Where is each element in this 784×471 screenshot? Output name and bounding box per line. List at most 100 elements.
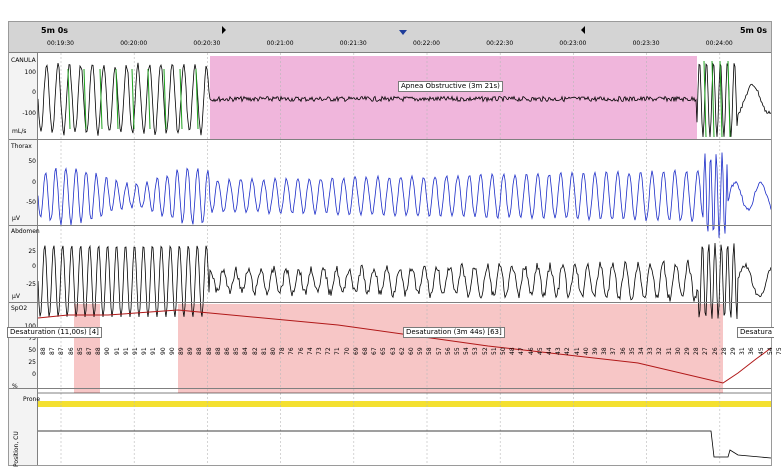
spo2-value-label: 85 xyxy=(76,347,84,355)
abdomen-separator xyxy=(9,302,771,303)
spo2-value-label: 91 xyxy=(141,347,149,355)
thorax-label: Thorax xyxy=(11,143,32,150)
spo2-value-label: 56 xyxy=(444,347,452,355)
spo2-value-label: 91 xyxy=(132,347,139,355)
spo2-value-label: 35 xyxy=(628,347,636,355)
spo2-value-label: 86 xyxy=(224,347,231,355)
canula-scale-top: 100 xyxy=(24,69,36,76)
apnea-event-label[interactable]: Apnea Obstructive (3m 21s) xyxy=(398,81,503,92)
spo2-value-label: 48 xyxy=(509,347,517,355)
spo2-value-label: 78 xyxy=(279,347,287,355)
thorax-scale-zero: 0 xyxy=(32,179,36,186)
spo2-value-label: 87 xyxy=(58,347,66,355)
spo2-value-label: 44 xyxy=(546,347,553,355)
spo2-value-label: 65 xyxy=(380,347,388,355)
spo2-value-label: 51 xyxy=(490,347,498,355)
left-window-length: 5m 0s xyxy=(41,26,69,35)
spo2-label: SpO2 xyxy=(11,305,28,312)
spo2-value-label: 26 xyxy=(711,347,719,355)
spo2-value-label: 30 xyxy=(674,347,682,355)
spo2-value-label: 89 xyxy=(187,347,195,355)
spo2-value-label: 68 xyxy=(362,347,369,355)
spo2-value-label: 76 xyxy=(297,347,305,355)
desaturation-event-label-1[interactable]: Desaturation (11,00s) [4] xyxy=(7,327,102,338)
spo2-value-label: 72 xyxy=(325,347,333,355)
spo2-value-label: 87 xyxy=(86,347,93,355)
desaturation-event-label-3[interactable]: Desatura xyxy=(737,327,774,338)
spo2-value-label: 62 xyxy=(398,347,406,355)
abdomen-scale-zero: 0 xyxy=(32,263,36,270)
spo2-value-label: 33 xyxy=(647,347,655,355)
time-tick-label: 00:21:00 xyxy=(266,40,294,47)
thorax-scale-bottom: -50 xyxy=(26,199,36,206)
position-label: Position, CU xyxy=(13,431,20,467)
spo2-value-label: 88 xyxy=(214,347,222,355)
time-tick-label: 00:23:30 xyxy=(632,40,660,47)
spo2-value-label: 60 xyxy=(408,347,415,355)
spo2-value-label: 45 xyxy=(536,347,544,355)
spo2-value-label: 37 xyxy=(610,347,618,355)
spo2-value-label: 82 xyxy=(251,347,259,355)
time-tick-label: 00:22:30 xyxy=(486,40,514,47)
prev-epoch-marker[interactable] xyxy=(222,26,226,34)
spo2-value-label: 63 xyxy=(389,347,397,355)
time-tick-label: 00:21:30 xyxy=(339,40,367,47)
channel-labels-column: CANULA 100 0 -100 mL/s Thorax 50 0 -50 µ… xyxy=(9,53,40,467)
spo2-value-label: 39 xyxy=(592,347,599,355)
spo2-value-label: 28 xyxy=(720,347,728,355)
spo2-value-label: 52 xyxy=(481,347,489,355)
spo2-value-label: 58 xyxy=(426,347,434,355)
time-ruler[interactable]: 5m 0s 5m 0s 00:19:30 00:20:00 00:20:30 00:2… xyxy=(9,22,771,53)
thorax-separator xyxy=(9,225,771,226)
spo2-value-label: 90 xyxy=(159,347,167,355)
spo2-value-label: 74 xyxy=(306,347,314,355)
spo2-value-label: 75 xyxy=(776,347,783,355)
polysomnography-window: 5m 0s 5m 0s 00:19:30 00:20:00 00:20:30 00:2… xyxy=(7,21,783,467)
spo2-value-label: 81 xyxy=(260,347,268,355)
time-tick-label: 00:20:00 xyxy=(120,40,148,47)
spo2-value-label: 88 xyxy=(40,347,47,355)
canula-unit: mL/s xyxy=(12,128,27,135)
desaturation-event-label-2[interactable]: Desaturation (3m 44s) [63] xyxy=(403,327,505,338)
spo2-value-label: 47 xyxy=(518,347,526,355)
spo2-value-label: 88 xyxy=(205,347,213,355)
spo2-value-label: 88 xyxy=(95,347,103,355)
spo2-value-label: 43 xyxy=(555,347,563,355)
spo2-value-label: 76 xyxy=(288,347,296,355)
position-trace xyxy=(38,430,771,459)
spo2-value-label: 67 xyxy=(371,347,379,355)
abdomen-unit: µV xyxy=(12,293,20,300)
spo2-value-label: 41 xyxy=(573,347,581,355)
spo2-value-label: 86 xyxy=(67,347,75,355)
spo2-value-label: 32 xyxy=(656,347,664,355)
prone-band xyxy=(38,401,771,407)
spo2-value-label: 46 xyxy=(527,347,535,355)
time-tick-label: 00:24:00 xyxy=(705,40,733,47)
canula-separator xyxy=(9,139,771,140)
current-position-marker[interactable] xyxy=(399,30,407,35)
spo2-value-label: 57 xyxy=(435,347,443,355)
next-epoch-marker[interactable] xyxy=(581,26,585,34)
signal-plot-area[interactable]: Apnea Obstructive (3m 21s) Desaturation … xyxy=(7,53,783,465)
spo2-value-label: 38 xyxy=(601,347,609,355)
spo2-separator xyxy=(9,388,771,389)
spo2-value-label: 73 xyxy=(316,347,323,355)
spo2-value-label: 42 xyxy=(564,347,572,355)
spo2-value-label: 45 xyxy=(757,347,765,355)
spo2-scale-50: 50 xyxy=(28,347,36,354)
spo2-scale-0: 0 xyxy=(32,371,36,378)
spo2-value-label: 71 xyxy=(334,347,342,355)
spo2-value-label: 90 xyxy=(168,347,176,355)
spo2-value-label: 29 xyxy=(684,347,691,355)
spo2-value-label: 91 xyxy=(122,347,130,355)
canula-scale-bottom: -100 xyxy=(22,110,36,117)
spo2-value-label: 54 xyxy=(766,347,774,355)
spo2-value-label: 31 xyxy=(739,347,747,355)
spo2-value-label: 89 xyxy=(178,347,185,355)
spo2-value-label: 28 xyxy=(693,347,701,355)
thorax-scale-top: 50 xyxy=(28,158,36,165)
time-tick-label: 00:19:30 xyxy=(47,40,74,47)
spo2-value-label: 36 xyxy=(619,347,627,355)
signal-traces xyxy=(38,53,771,465)
spo2-value-label: 87 xyxy=(49,347,57,355)
